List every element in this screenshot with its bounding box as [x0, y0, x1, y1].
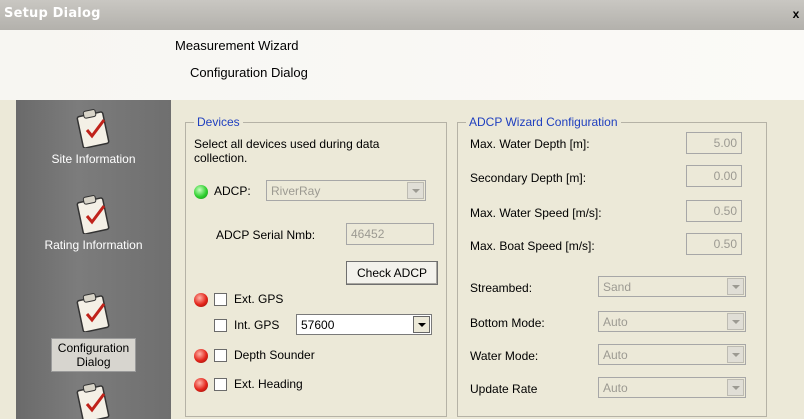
bottom-mode-value: Auto — [603, 315, 628, 329]
adcp-serial-label: ADCP Serial Nmb: — [216, 228, 316, 242]
int-gps-label: Int. GPS — [234, 318, 280, 332]
configuration-panel: Devices Select all devices used during d… — [175, 100, 804, 419]
adcp-serial-field[interactable]: 46452 — [346, 223, 434, 245]
adcp-status-led — [194, 185, 208, 199]
secondary-depth-label: Secondary Depth [m]: — [470, 171, 587, 185]
max-water-speed-label: Max. Water Speed [m/s]: — [470, 206, 602, 220]
water-mode-value: Auto — [603, 348, 628, 362]
sidebar-item-rating-information[interactable]: Rating Information — [16, 194, 171, 252]
max-boat-speed-field[interactable]: 0.50 — [686, 233, 742, 255]
ext-heading-label: Ext. Heading — [234, 377, 303, 391]
water-mode-select[interactable]: Auto — [598, 344, 746, 365]
clipboard-check-icon — [76, 195, 109, 234]
max-water-speed-field[interactable]: 0.50 — [686, 200, 742, 222]
clipboard-check-icon — [76, 109, 109, 148]
chevron-down-icon[interactable] — [413, 316, 430, 333]
sidebar-item-configuration-dialog[interactable]: Configuration Dialog — [16, 292, 171, 372]
chevron-down-icon[interactable] — [727, 346, 744, 363]
adcp-label: ADCP: — [214, 184, 251, 198]
secondary-depth-field[interactable]: 0.00 — [686, 165, 742, 187]
bottom-mode-label: Bottom Mode: — [470, 316, 545, 330]
update-rate-select[interactable]: Auto — [598, 377, 746, 398]
ext-gps-status-led — [194, 293, 208, 307]
page-title: Configuration Dialog — [190, 65, 308, 80]
devices-legend: Devices — [194, 115, 243, 129]
max-water-depth-value: 5.00 — [713, 136, 737, 150]
chevron-down-icon[interactable] — [727, 313, 744, 330]
max-boat-speed-label: Max. Boat Speed [m/s]: — [470, 239, 595, 253]
check-adcp-button[interactable]: Check ADCP — [346, 261, 438, 285]
adcp-wizard-config-group: ADCP Wizard Configuration Max. Water Dep… — [457, 115, 767, 417]
update-rate-label: Update Rate — [470, 382, 538, 396]
ext-gps-checkbox[interactable] — [214, 293, 227, 306]
sidebar-item-site-information[interactable]: Site Information — [16, 108, 171, 166]
sidebar-item-next[interactable] — [16, 382, 171, 419]
sidebar-item-label-line2: Dialog — [76, 355, 111, 369]
int-gps-baud-value: 57600 — [301, 318, 335, 332]
sidebar-item-label: Configuration Dialog — [50, 338, 137, 372]
devices-group: Devices Select all devices used during d… — [185, 115, 447, 417]
wizard-title: Measurement Wizard — [175, 38, 299, 53]
depth-sounder-checkbox[interactable] — [214, 349, 227, 362]
adcp-model-value: RiverRay — [271, 184, 321, 198]
sidebar-item-label: Rating Information — [44, 238, 143, 252]
window-title: Setup Dialog — [4, 6, 101, 21]
int-gps-baud-select[interactable]: 57600 — [296, 314, 432, 335]
update-rate-value: Auto — [603, 381, 628, 395]
chevron-down-icon[interactable] — [407, 182, 424, 199]
secondary-depth-value: 0.00 — [713, 169, 737, 183]
bottom-mode-select[interactable]: Auto — [598, 311, 746, 332]
sidebar-item-label: Site Information — [51, 152, 136, 166]
wizard-header: Measurement Wizard Configuration Dialog — [0, 30, 804, 100]
sidebar-item-label-line1: Configuration — [57, 341, 130, 355]
clipboard-check-icon — [76, 383, 109, 419]
clipboard-check-icon — [76, 293, 109, 332]
chevron-down-icon[interactable] — [727, 278, 744, 295]
devices-instructions: Select all devices used during data coll… — [194, 137, 380, 165]
streambed-select[interactable]: Sand — [598, 276, 746, 297]
title-bar: Setup Dialog x — [0, 0, 804, 30]
wizard-sidebar: Site Information Rating Information Conf… — [16, 100, 171, 419]
streambed-label: Streambed: — [470, 281, 533, 295]
water-mode-label: Water Mode: — [470, 349, 539, 363]
close-icon[interactable]: x — [790, 7, 802, 21]
max-water-speed-value: 0.50 — [713, 204, 737, 218]
chevron-down-icon[interactable] — [727, 379, 744, 396]
max-boat-speed-value: 0.50 — [713, 237, 737, 251]
ext-heading-checkbox[interactable] — [214, 378, 227, 391]
int-gps-checkbox[interactable] — [214, 319, 227, 332]
ext-heading-status-led — [194, 378, 208, 392]
adcp-serial-value: 46452 — [351, 227, 385, 241]
depth-sounder-label: Depth Sounder — [234, 348, 315, 362]
adcp-config-legend: ADCP Wizard Configuration — [466, 115, 621, 129]
adcp-model-select[interactable]: RiverRay — [266, 180, 426, 201]
depth-sounder-status-led — [194, 349, 208, 363]
max-water-depth-field[interactable]: 5.00 — [686, 132, 742, 154]
streambed-value: Sand — [603, 280, 632, 294]
ext-gps-label: Ext. GPS — [234, 292, 284, 306]
max-water-depth-label: Max. Water Depth [m]: — [470, 137, 590, 151]
